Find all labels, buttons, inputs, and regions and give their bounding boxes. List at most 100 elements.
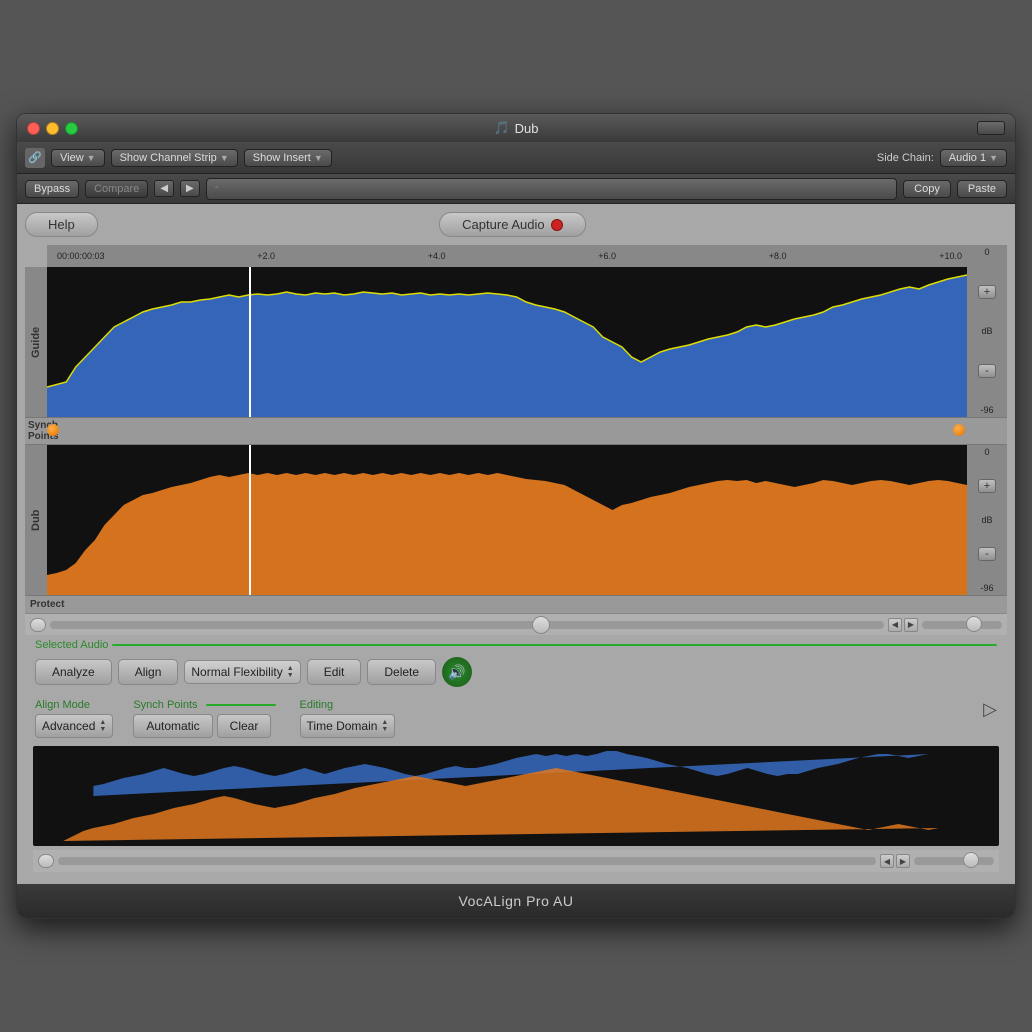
preset-dropdown[interactable]: - [206, 178, 897, 200]
toolbar-row1: 🔗 View ▼ Show Channel Strip ▼ Show Inser… [17, 142, 1015, 174]
align-mode-arrows: ▲ ▼ [99, 719, 106, 733]
compare-button[interactable]: Compare [85, 180, 148, 198]
maximize-button[interactable] [65, 122, 78, 135]
time-domain-arrows: ▲ ▼ [381, 719, 388, 733]
automatic-button[interactable]: Automatic [133, 714, 212, 738]
dub-scale-minus[interactable]: - [978, 547, 996, 561]
app-name: VocALign Pro AU [459, 893, 574, 909]
guide-waveform[interactable] [47, 267, 967, 417]
synch-points-line [206, 704, 276, 706]
synch-dot-left[interactable] [47, 424, 59, 436]
toolbar-row2: Bypass Compare ◀ ▶ - Copy Paste [17, 174, 1015, 204]
help-button[interactable]: Help [25, 212, 98, 237]
view-dropdown[interactable]: View ▼ [51, 149, 105, 167]
mini-waveform-svg [33, 746, 999, 846]
scroll-track[interactable] [50, 621, 884, 629]
align-mode-label: Align Mode [35, 699, 113, 711]
db-label: dB [981, 326, 992, 336]
time-ruler: 00:00:00:03 +2.0 +4.0 +6.0 +8.0 +10.0 [47, 245, 967, 267]
time-domain-dropdown[interactable]: Time Domain ▲ ▼ [300, 714, 396, 738]
plugin-body: Help Capture Audio Guide 00:00:00:03 +2.… [17, 204, 1015, 884]
flexibility-dropdown[interactable]: Normal Flexibility ▲ ▼ [184, 660, 300, 684]
zoom-handle[interactable] [966, 616, 982, 632]
bottom-scroll-nav: ◀ ▶ [880, 854, 910, 868]
align-button[interactable]: Align [118, 659, 179, 685]
db-zero: 0 [984, 247, 989, 257]
synch-dot-right[interactable] [953, 424, 965, 436]
bottom-scroll-right-btn[interactable]: ▶ [896, 854, 910, 868]
align-mode-row: Advanced ▲ ▼ [35, 714, 113, 738]
close-button[interactable] [27, 122, 40, 135]
dub-playhead [249, 445, 251, 595]
paste-button[interactable]: Paste [957, 180, 1007, 198]
bypass-button[interactable]: Bypass [25, 180, 79, 198]
scroll-nav-right[interactable]: ▶ [904, 618, 918, 632]
scroll-left-thumb[interactable] [30, 618, 46, 632]
selected-audio-label: Selected Audio [35, 639, 108, 651]
time-marks: 00:00:00:03 +2.0 +4.0 +6.0 +8.0 +10.0 [52, 251, 967, 261]
time-mark-2: +4.0 [428, 251, 446, 261]
copy-button[interactable]: Copy [903, 180, 951, 198]
window-expand-button[interactable] [977, 121, 1005, 135]
cursor-indicator: ▷ [983, 699, 997, 720]
synch-points-row: Automatic Clear [133, 714, 279, 738]
minimize-button[interactable] [46, 122, 59, 135]
delete-button[interactable]: Delete [367, 659, 436, 685]
synch-points-section-label: Synch Points [133, 699, 197, 711]
show-channel-strip-button[interactable]: Show Channel Strip ▼ [111, 149, 238, 167]
record-dot [551, 219, 563, 231]
align-mode-dropdown[interactable]: Advanced ▲ ▼ [35, 714, 113, 738]
scale-plus-button[interactable]: + [978, 285, 996, 299]
selected-audio-line [112, 644, 997, 646]
bottom-controls: Align Mode Advanced ▲ ▼ Synch Points [25, 695, 1007, 746]
bottom-scroll-track[interactable] [58, 857, 876, 865]
side-chain-dropdown[interactable]: Audio 1 ▼ [940, 149, 1007, 167]
capture-audio-button[interactable]: Capture Audio [439, 212, 585, 237]
playhead [249, 267, 251, 417]
dub-waveform[interactable] [47, 445, 967, 595]
side-chain-label: Side Chain: [877, 152, 934, 164]
clear-button[interactable]: Clear [217, 714, 272, 738]
top-controls: Help Capture Audio [25, 212, 1007, 237]
show-insert-button[interactable]: Show Insert ▼ [244, 149, 332, 167]
mini-waveform-view[interactable] [33, 746, 999, 846]
scroll-nav: ◀ ▶ [888, 618, 918, 632]
side-chain-arrow: ▼ [989, 153, 998, 163]
guide-waveform-svg [47, 267, 967, 417]
bottom-scroll-left[interactable] [38, 854, 54, 868]
nav-left-button[interactable]: ◀ [154, 180, 174, 197]
analyze-button[interactable]: Analyze [35, 659, 112, 685]
zoom-bar[interactable] [922, 621, 1002, 629]
dub-db-scale: 0 + dB - -96 [967, 445, 1007, 595]
scroll-nav-left[interactable]: ◀ [888, 618, 902, 632]
scale-minus-button[interactable]: - [978, 364, 996, 378]
dub-scale-plus[interactable]: + [978, 479, 996, 493]
nav-right-button[interactable]: ▶ [180, 180, 200, 197]
editing-group: Editing Time Domain ▲ ▼ [300, 699, 396, 738]
show-channel-strip-arrow: ▼ [220, 153, 229, 163]
synch-points-bar: SynchPoints [25, 417, 1007, 445]
dub-track-label: Dub [25, 445, 47, 595]
dub-waveform-svg [47, 445, 967, 595]
dub-db-neg96: -96 [980, 583, 993, 593]
time-mark-5: +10.0 [939, 251, 962, 261]
speaker-button[interactable]: 🔊 [442, 657, 472, 687]
app-footer: VocALign Pro AU [17, 884, 1015, 918]
window-title: 🎵 Dub [493, 120, 538, 136]
time-mark-1: +2.0 [257, 251, 275, 261]
db-neg96: -96 [980, 405, 993, 415]
guide-db-scale: 0 + dB - -96 [967, 245, 1007, 417]
bottom-zoom-bar[interactable] [914, 857, 994, 865]
bottom-zoom-handle[interactable] [963, 852, 979, 868]
dub-track-section: Dub 0 + dB - -96 [25, 445, 1007, 595]
flexibility-arrows: ▲ ▼ [287, 665, 294, 679]
time-mark-4: +8.0 [769, 251, 787, 261]
editing-label: Editing [300, 699, 396, 711]
edit-button[interactable]: Edit [307, 659, 362, 685]
bottom-scroll-left-btn[interactable]: ◀ [880, 854, 894, 868]
link-icon[interactable]: 🔗 [25, 148, 45, 168]
scroll-handle[interactable] [532, 616, 550, 634]
dub-db-zero: 0 [984, 447, 989, 457]
scrollbar-area: ◀ ▶ [25, 613, 1007, 635]
selected-audio-bar: Selected Audio [25, 635, 1007, 655]
